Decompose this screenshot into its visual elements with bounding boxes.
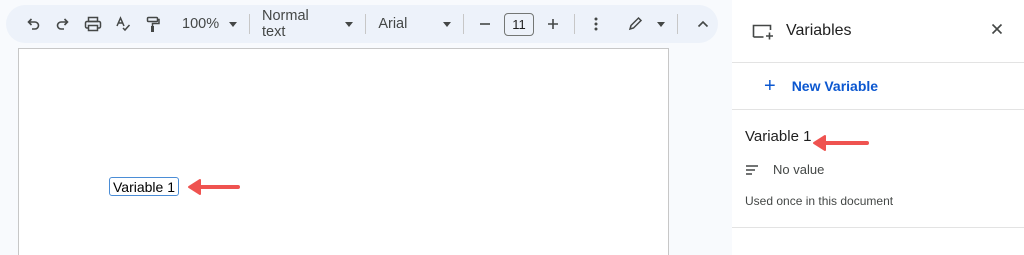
decrease-font-size-button[interactable] [470,9,500,39]
panel-divider [732,227,1024,228]
caret-down-icon [443,21,452,27]
annotation-arrow-icon [813,135,869,151]
text-lines-icon [746,164,758,175]
new-variable-label: New Variable [791,78,879,94]
paragraph-style-dropdown[interactable]: Normal text [256,8,359,40]
undo-icon [27,18,40,30]
toolbar-divider [249,14,250,34]
increase-font-size-button[interactable] [538,9,568,39]
variables-panel: Variables + New Variable Variable 1 No v… [732,0,1024,255]
panel-title: Variables [786,22,852,39]
paragraph-style-value: Normal text [262,8,309,40]
more-options-button[interactable] [581,9,611,39]
hide-menus-button[interactable] [688,9,718,39]
zoom-dropdown[interactable]: 100% [176,9,243,39]
variable-icon [752,24,773,40]
plus-icon: + [764,75,776,97]
redo-button[interactable] [48,9,78,39]
undo-button[interactable] [18,9,48,39]
toolbar-divider [573,14,575,34]
font-family-value: Arial [378,16,408,32]
close-icon[interactable] [990,22,1004,36]
document-page[interactable] [18,48,669,255]
font-family-dropdown[interactable]: Arial [372,9,457,39]
paint-format-icon [146,16,160,32]
spellcheck-icon [116,16,131,32]
new-variable-button[interactable]: + New Variable [732,63,1024,109]
spellcheck-button[interactable] [108,9,138,39]
variable-usage: Used once in this document [745,194,894,208]
toolbar-divider [365,14,367,34]
redo-icon [56,18,69,30]
more-vert-icon [594,17,598,31]
toolbar: 100% Normal text Arial 11 [6,5,718,43]
caret-down-icon [345,21,354,27]
variable-card[interactable]: Variable 1 No value Used once in this do… [732,110,1024,227]
panel-header: Variables [732,0,1024,62]
toolbar-divider [463,14,465,34]
zoom-value: 100% [182,16,220,32]
variable-value: No value [773,162,825,177]
variable-chip[interactable]: Variable 1 [109,177,180,196]
font-size-input[interactable]: 11 [504,12,534,36]
paint-format-button[interactable] [138,9,168,39]
variable-value-row: No value [745,162,1024,177]
chevron-up-icon [697,20,709,28]
variable-name: Variable 1 [745,128,812,145]
editing-mode-button[interactable] [627,9,666,39]
caret-down-icon [657,21,666,27]
toolbar-divider [677,14,678,34]
print-icon [84,16,102,32]
caret-down-icon [229,21,238,27]
pencil-edit-icon [628,16,642,31]
minus-icon [480,23,491,25]
plus-icon [547,19,558,29]
print-button[interactable] [78,9,108,39]
annotation-arrow-icon [188,179,240,195]
scrollbar-track[interactable] [688,48,718,255]
